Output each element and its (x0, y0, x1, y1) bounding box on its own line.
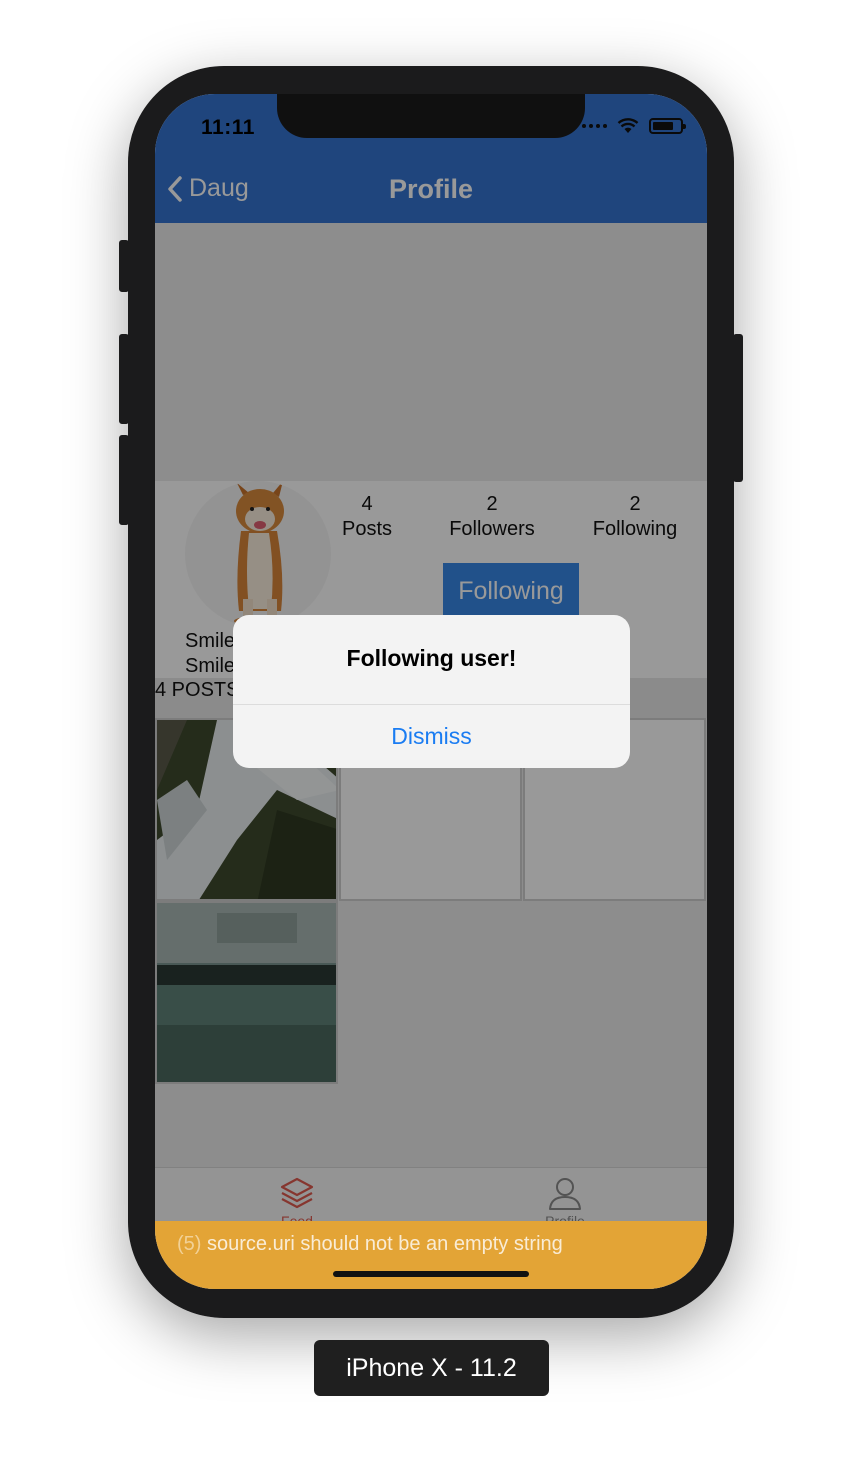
volume-down-button (119, 435, 129, 525)
home-indicator[interactable] (333, 1271, 529, 1277)
warning-count: (5) (177, 1233, 202, 1255)
alert-dialog: Following user! Dismiss (233, 615, 630, 768)
dismiss-button[interactable]: Dismiss (233, 705, 630, 768)
warning-message: source.uri should not be an empty string (207, 1233, 563, 1255)
power-button (733, 334, 743, 482)
device-label: iPhone X - 11.2 (314, 1340, 549, 1396)
yellow-box-warning[interactable]: (5) source.uri should not be an empty st… (155, 1221, 707, 1289)
alert-title: Following user! (346, 645, 517, 671)
volume-up-button (119, 334, 129, 424)
mute-switch (119, 240, 129, 292)
warning-text: (5) source.uri should not be an empty st… (177, 1233, 563, 1256)
